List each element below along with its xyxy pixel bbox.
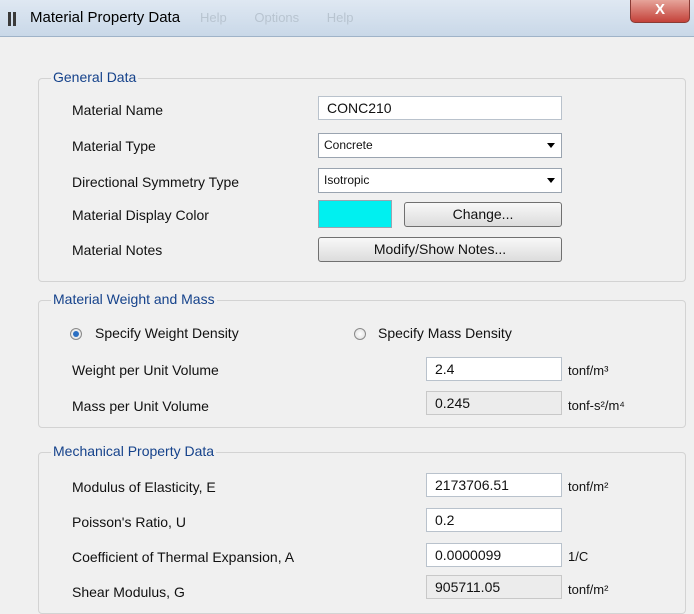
weight-mass-legend: Material Weight and Mass bbox=[51, 291, 217, 307]
close-button[interactable]: X bbox=[630, 0, 690, 23]
change-color-button[interactable]: Change... bbox=[404, 202, 562, 227]
background-menu-text: Help Options Help bbox=[200, 10, 354, 25]
app-icon bbox=[8, 12, 20, 26]
mass-per-volume-label: Mass per Unit Volume bbox=[72, 398, 209, 414]
symmetry-type-select[interactable]: Isotropic bbox=[318, 168, 562, 193]
poisson-ratio-input[interactable]: 0.2 bbox=[426, 508, 562, 532]
material-type-select[interactable]: Concrete bbox=[318, 133, 562, 158]
poisson-ratio-label: Poisson's Ratio, U bbox=[72, 514, 186, 530]
modify-notes-button[interactable]: Modify/Show Notes... bbox=[318, 237, 562, 262]
display-color-label: Material Display Color bbox=[72, 207, 209, 223]
elasticity-label: Modulus of Elasticity, E bbox=[72, 479, 216, 495]
thermal-expansion-unit: 1/C bbox=[568, 549, 589, 564]
elasticity-unit: tonf/m² bbox=[568, 479, 609, 494]
title-bar: Material Property Data Help Options Help… bbox=[0, 0, 694, 37]
symmetry-type-value: Isotropic bbox=[324, 173, 370, 187]
weight-per-volume-label: Weight per Unit Volume bbox=[72, 362, 219, 378]
mass-per-volume-unit: tonf-s²/m⁴ bbox=[568, 398, 625, 413]
material-name-label: Material Name bbox=[72, 102, 164, 118]
weight-density-label[interactable]: Specify Weight Density bbox=[95, 325, 239, 341]
shear-modulus-value: 905711.05 bbox=[426, 575, 562, 599]
material-type-value: Concrete bbox=[324, 138, 373, 152]
mechanical-property-legend: Mechanical Property Data bbox=[51, 443, 217, 459]
weight-density-radio[interactable] bbox=[70, 328, 82, 340]
chevron-down-icon bbox=[547, 143, 555, 148]
shear-modulus-label: Shear Modulus, G bbox=[72, 584, 185, 600]
window-title: Material Property Data bbox=[30, 9, 181, 26]
material-notes-label: Material Notes bbox=[72, 242, 163, 258]
material-name-input[interactable]: CONC210 bbox=[318, 96, 562, 120]
mass-density-label[interactable]: Specify Mass Density bbox=[378, 325, 512, 341]
shear-modulus-unit: tonf/m² bbox=[568, 582, 609, 597]
weight-per-volume-unit: tonf/m³ bbox=[568, 363, 609, 378]
symmetry-type-label: Directional Symmetry Type bbox=[72, 174, 240, 190]
general-data-legend: General Data bbox=[51, 69, 139, 85]
display-color-swatch bbox=[318, 200, 392, 228]
chevron-down-icon bbox=[547, 178, 555, 183]
material-type-label: Material Type bbox=[72, 138, 156, 154]
thermal-expansion-label: Coefficient of Thermal Expansion, A bbox=[72, 549, 295, 565]
weight-per-volume-input[interactable]: 2.4 bbox=[426, 357, 562, 381]
elasticity-input[interactable]: 2173706.51 bbox=[426, 473, 562, 497]
thermal-expansion-input[interactable]: 0.0000099 bbox=[426, 543, 562, 567]
mass-density-radio[interactable] bbox=[354, 328, 366, 340]
mass-per-volume-value: 0.245 bbox=[426, 391, 562, 415]
